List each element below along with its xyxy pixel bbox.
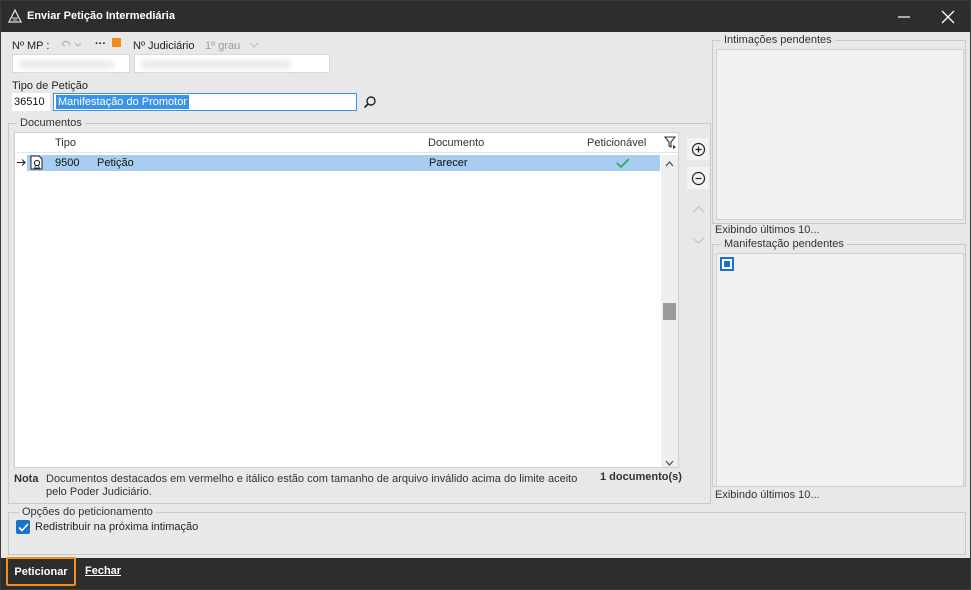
documentos-group-title: Documentos [17,117,85,129]
status-flag-icon [112,38,121,47]
checkmark-icon [616,158,630,171]
title-bar: Enviar Petição Intermediária [1,1,970,32]
column-header-peticionavel[interactable]: Peticionável [587,137,646,149]
tipo-code-value: 36510 [14,96,45,108]
scroll-down-icon[interactable] [665,457,674,469]
document-count: 1 documento(s) [600,471,682,483]
plus-circle-icon [691,142,705,156]
footer-bar [1,558,970,589]
intimacoes-footer: Exibindo últimos 10... [715,224,820,236]
scroll-thumb[interactable] [663,303,676,320]
opcoes-group [8,512,966,555]
grid-header: Tipo Documento Peticionável [15,133,678,153]
app-logo-icon [7,8,23,23]
row-tipo: Petição [97,157,134,169]
row-pointer-icon [17,158,26,170]
checkbox-check-icon [17,522,29,532]
chevron-down-icon[interactable] [249,40,259,52]
note-text: Documentos destacados em vermelho e itál… [46,473,578,498]
row-documento: Parecer [429,157,468,169]
grau-label: 1º grau [205,40,241,52]
move-down-icon[interactable] [692,236,705,248]
intimacoes-list[interactable] [716,49,964,220]
manifestacao-list[interactable] [716,253,964,487]
tipo-description-field[interactable]: Manifestação do Promotor [53,93,357,111]
search-icon[interactable] [363,95,377,112]
fechar-button[interactable]: Fechar [85,565,121,577]
manifestacao-footer: Exibindo últimos 10... [715,489,820,501]
redistribuir-checkbox[interactable] [16,520,30,534]
row-code: 9500 [55,157,80,169]
close-button[interactable] [930,1,966,32]
column-header-tipo[interactable]: Tipo [55,137,76,149]
minimize-button[interactable] [886,1,922,32]
table-row[interactable]: 9500 Petição Parecer [27,155,660,171]
select-all-checkbox[interactable] [720,257,734,271]
note-label: Nota [14,473,39,485]
certificate-document-icon [29,155,44,174]
opcoes-title: Opções do peticionamento [19,506,156,518]
tipo-code-field[interactable]: 36510 [12,93,50,111]
minus-circle-icon [691,171,705,185]
filter-icon[interactable] [663,136,677,152]
undo-icon[interactable] [59,38,82,53]
close-icon [941,10,955,23]
peticionar-button[interactable]: Peticionar [6,557,76,586]
manifestacao-title: Manifestação pendentes [721,238,847,250]
vertical-scrollbar[interactable] [661,155,678,467]
move-up-icon[interactable] [692,205,705,217]
redistribuir-label[interactable]: Redistribuir na próxima intimação [35,521,198,533]
intimacoes-title: Intimações pendentes [721,34,835,46]
remove-document-button[interactable] [687,167,709,189]
judiciario-number-field[interactable] [134,54,330,73]
dialog-window: Enviar Petição Intermediária Nº MP : ···… [0,0,971,590]
add-document-button[interactable] [687,138,709,160]
column-header-documento[interactable]: Documento [428,137,484,149]
judiciario-label: Nº Judiciário [133,40,195,52]
documents-grid: Tipo Documento Peticionável 9500 Petição… [14,132,679,468]
tipo-description-value: Manifestação do Promotor [56,95,190,109]
window-title: Enviar Petição Intermediária [27,10,175,22]
tipo-peticao-label: Tipo de Petição [12,80,89,92]
mp-number-field[interactable] [12,54,130,73]
scroll-up-icon[interactable] [665,158,674,170]
more-options-button[interactable]: ··· [95,38,106,50]
mp-label: Nº MP : [12,40,50,52]
